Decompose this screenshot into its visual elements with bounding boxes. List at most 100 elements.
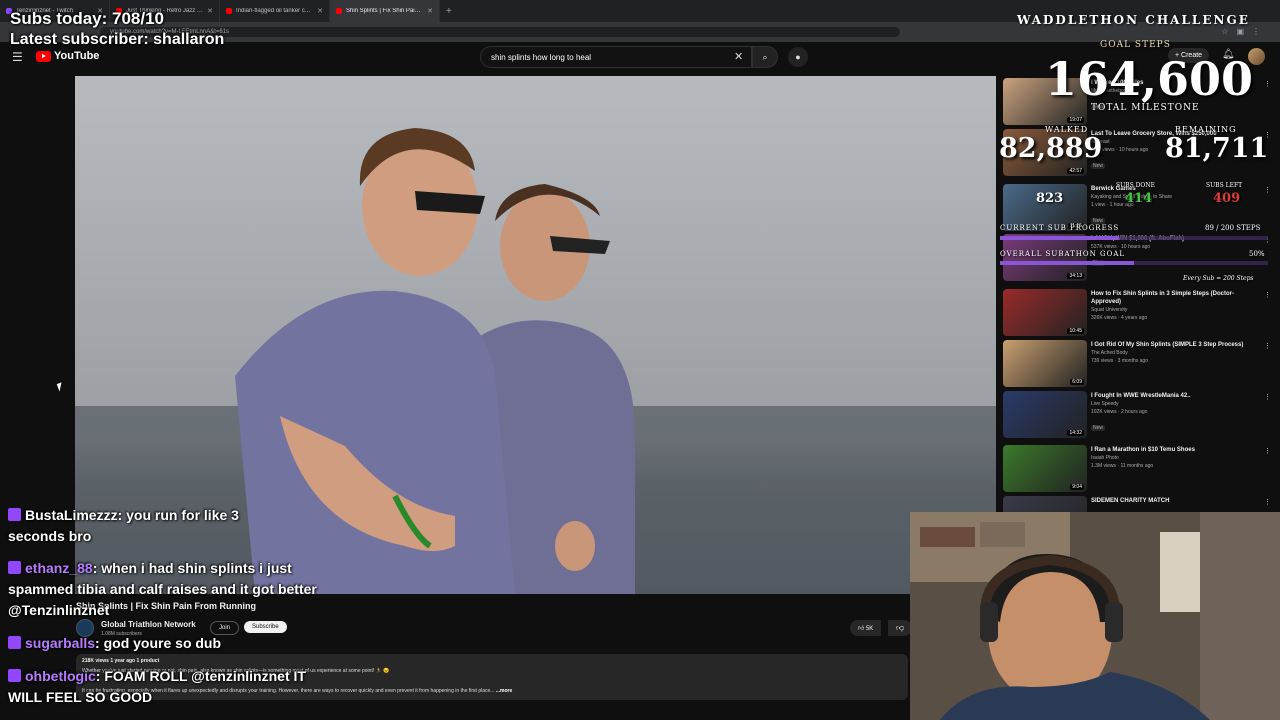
waddlethon-overlay: WADDLETHON CHALLENGE GOAL STEPS 164,600 … [995,10,1280,290]
recommended-video[interactable]: 10:45 How to Fix Shin Splints in 3 Simpl… [1003,289,1273,337]
current-sub-progress-bar [1000,236,1268,240]
subs-done-label: SUBS DONE [1116,182,1155,189]
video-thumbnail[interactable]: 14:32 [1003,391,1087,438]
chat-username: ethanz_88 [25,560,93,576]
challenge-title: WADDLETHON CHALLENGE [1017,13,1250,27]
recommended-video[interactable]: 9:04 I Ran a Marathon in $10 Temu Shoes I… [1003,445,1273,493]
chat-text: god youre so dub [99,635,222,651]
search-button[interactable]: ⌕ [752,46,778,68]
close-tab-icon[interactable]: ✕ [317,7,323,15]
recommended-title: How to Fix Shin Splints in 3 Simple Step… [1091,291,1235,305]
recommended-title: I Ran a Marathon in $10 Temu Shoes [1091,447,1195,453]
stat-value: 823 [1036,191,1064,206]
mouse-cursor-icon [56,382,65,392]
tab-label: Shin Splints | Fix Shin Pain From Runnin… [346,8,424,14]
video-thumbnail[interactable]: 9:04 [1003,445,1087,492]
search-icon: ⌕ [762,52,768,62]
duration-badge: 9:04 [1070,484,1084,490]
search-input[interactable]: shin splints how long to heal [480,46,752,68]
chat-username: sugarballs [25,635,96,651]
more-options-icon[interactable]: ⋮ [1264,498,1271,506]
dislike-button[interactable]: 👎︎ [888,620,913,636]
recommended-channel: Squat University [1091,307,1128,313]
new-badge: New [1091,425,1106,431]
walked-value: 82,889 [999,133,1103,164]
close-tab-icon[interactable]: ✕ [427,7,433,15]
overall-goal-value: 50% [1249,250,1265,258]
subs-left-label: SUBS LEFT [1206,182,1243,189]
more-options-icon[interactable]: ⋮ [1264,393,1271,401]
thumbs-down-icon: 👎︎ [896,623,905,632]
more-options-icon[interactable]: ⋮ [1264,447,1271,455]
recommended-channel: Live Speedy [1091,401,1119,407]
recommended-channel: Isaiah Photo [1091,455,1119,461]
chat-message: sugarballs: god youre so dub [8,633,328,654]
duration-badge: 14:32 [1067,430,1084,436]
progress-fill [1000,261,1134,265]
subs-today-counter: Subs today: 708/10 [10,9,165,28]
recommended-title: I Fought In WWE WrestleMania 42.. [1091,393,1191,399]
thumbs-up-icon: 👍︎ [858,626,865,632]
overall-goal-label: OVERALL SUBATHON GOAL [1000,250,1126,258]
recommended-views: 739 views · 3 months ago [1091,358,1148,364]
subs-left-value: 409 [1213,191,1241,206]
close-tab-icon[interactable]: ✕ [207,7,213,15]
like-button[interactable]: 👍︎ 5K [850,620,882,636]
chat-message: BustaLimezzz: you run for like 3 seconds… [8,507,239,544]
browser-tab[interactable]: Indian-flagged oil tanker comes ✕ [220,0,330,22]
channel-name[interactable]: Global Triathlon Network [101,620,196,629]
chat-message: ethanz_88: when i had shin splints i jus… [8,560,317,618]
chat-username: BustaLimezzz [25,507,118,523]
webcam-frame [910,512,1280,720]
recommended-channel: The Ached Body [1091,350,1128,356]
goal-steps-value: 164,600 [1045,52,1254,106]
recommended-views: 326K views · 4 years ago [1091,315,1148,321]
overlay-footnote: Every Sub = 200 Steps [1183,275,1254,282]
recommended-title: I Got Rid Of My Shin Splints (SIMPLE 3 S… [1091,342,1244,348]
duration-badge: 6:09 [1070,379,1084,385]
overall-goal-progress-bar [1000,261,1268,265]
clear-search-icon[interactable]: ✕ [734,50,743,63]
video-thumbnail[interactable]: 6:09 [1003,340,1087,387]
current-sub-progress-label: CURRENT SUB PROGRESS [1000,224,1120,232]
recommended-title: SIDEMEN CHARITY MATCH [1091,498,1170,504]
youtube-favicon-icon [336,8,342,14]
recommended-video[interactable]: 14:32 I Fought In WWE WrestleMania 42.. L… [1003,391,1273,439]
logo-text: YouTube [54,50,100,62]
twitch-badge-icon [8,636,21,649]
youtube-logo[interactable]: YouTube [36,50,99,62]
recommended-views: 102K views · 2 hours ago [1091,409,1148,415]
latest-subscriber: Latest subscriber: shallaron [10,31,225,48]
like-count: 5K [865,626,874,632]
youtube-play-icon [36,50,51,62]
recommended-video[interactable]: 6:09 I Got Rid Of My Shin Splints (SIMPL… [1003,340,1273,388]
total-milestone-label: TOTAL MILESTONE [1091,103,1200,113]
video-meta: 218K views 1 year ago 1 product [82,658,160,664]
twitch-badge-icon [8,508,21,521]
twitch-badge-icon [8,561,21,574]
more-link[interactable]: ...more [496,688,512,694]
more-options-icon[interactable]: ⋮ [1264,291,1271,299]
more-options-icon[interactable]: ⋮ [1264,342,1271,350]
streamer-webcam [910,512,1280,720]
tab-label: Indian-flagged oil tanker comes [236,8,314,14]
recommended-views: 1.3M views · 11 months ago [1091,463,1154,469]
subs-done-value: 414 [1125,191,1153,206]
goal-steps-label: GOAL STEPS [1100,40,1171,50]
subscribe-button[interactable]: Subscribe [244,621,287,633]
chat-message: ohbetlogic: FOAM ROLL @tenzinlinznet IT … [8,668,306,705]
twitch-badge-icon [8,669,21,682]
video-thumbnail[interactable]: 10:45 [1003,289,1087,336]
browser-tab-active[interactable]: Shin Splints | Fix Shin Pain From Runnin… [330,0,440,22]
duration-badge: 10:45 [1067,328,1084,334]
voice-search-button[interactable]: ● [788,47,808,67]
progress-fill [1000,236,1120,240]
microphone-icon: ● [795,52,801,62]
youtube-favicon-icon [226,8,232,14]
chat-username: ohbetlogic [25,668,96,684]
current-sub-progress-value: 89 / 200 STEPS [1205,224,1261,232]
hamburger-menu-icon[interactable]: ☰ [12,50,23,64]
new-tab-icon[interactable]: + [440,6,458,17]
screen: Tenzinlinznet - Twitch ✕ Just Thinking - … [0,0,1280,720]
remaining-value: 81,711 [1165,133,1269,164]
